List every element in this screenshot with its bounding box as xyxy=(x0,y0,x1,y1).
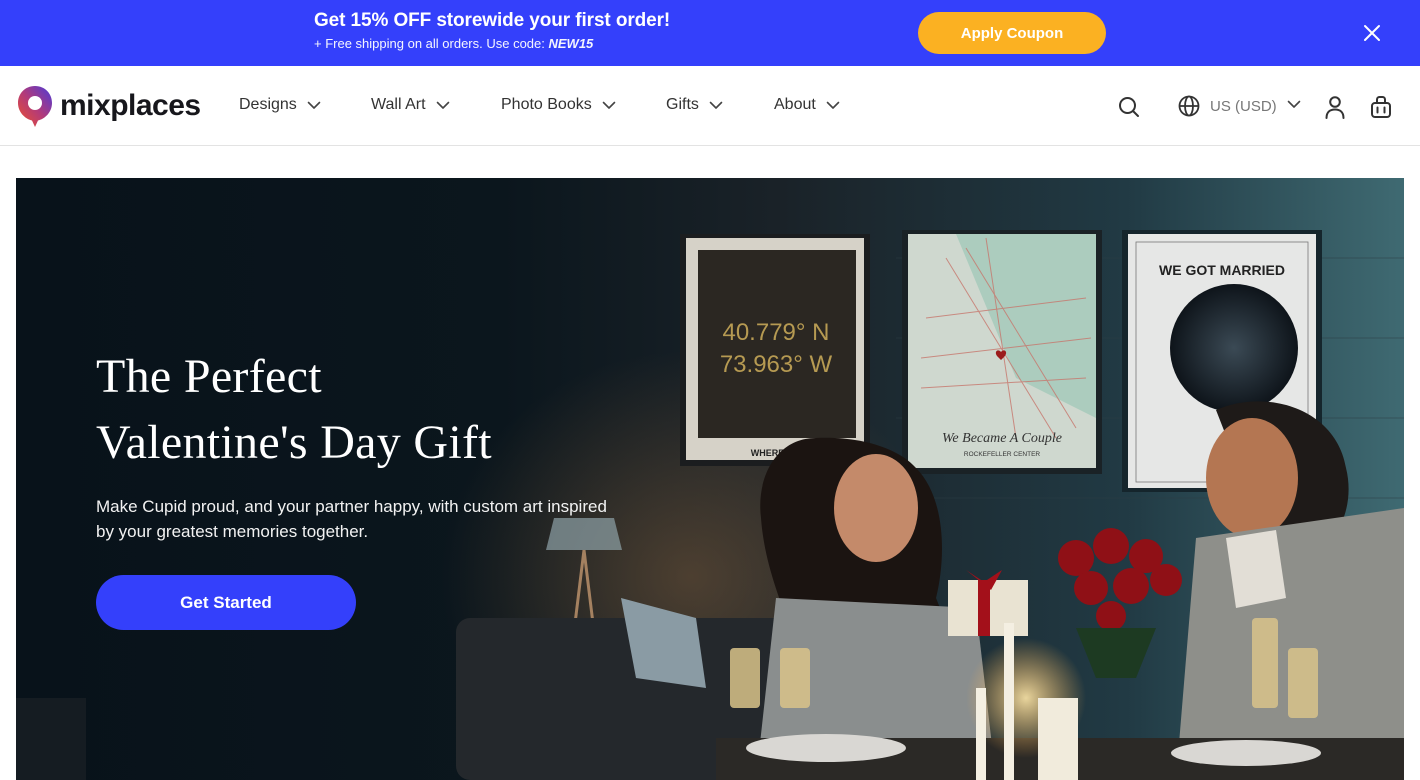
nav-about[interactable]: About xyxy=(774,96,840,114)
logo[interactable]: mixplaces xyxy=(16,84,201,128)
chevron-down-icon xyxy=(307,101,321,109)
poster-coords-w: 73.963° W xyxy=(720,351,833,378)
nav-photo-books[interactable]: Photo Books xyxy=(501,96,616,114)
hero-title-line-2: Valentine's Day Gift xyxy=(96,416,492,469)
search-button[interactable] xyxy=(1117,95,1141,124)
apply-coupon-button[interactable]: Apply Coupon xyxy=(918,12,1106,54)
currency-selector[interactable]: US (USD) xyxy=(1178,95,1301,117)
hero-title-line-1: The Perfect xyxy=(96,350,322,403)
poster-caption: ROCKEFELLER CENTER xyxy=(964,451,1041,458)
promo-title: Get 15% OFF storewide your first order! xyxy=(314,10,671,31)
nav-gifts[interactable]: Gifts xyxy=(666,96,723,114)
currency-label: US (USD) xyxy=(1210,97,1277,115)
bag-icon xyxy=(1371,96,1391,118)
nav-designs[interactable]: Designs xyxy=(239,96,321,114)
search-icon xyxy=(1119,97,1139,117)
chevron-down-icon xyxy=(602,101,616,109)
nav-wall-art[interactable]: Wall Art xyxy=(371,96,450,114)
user-icon xyxy=(1325,96,1345,119)
hero-image: 40.779° N 73.963° W WHERE WE We Became A… xyxy=(16,178,1404,780)
cart-button[interactable] xyxy=(1370,95,1392,124)
site-header: mixplaces Designs Wall Art Photo Books G… xyxy=(0,66,1420,146)
poster-caption: WE GOT MARRIED xyxy=(1159,262,1285,278)
nav-label: Wall Art xyxy=(371,96,426,113)
hero-banner: 40.779° N 73.963° W WHERE WE We Became A… xyxy=(16,178,1404,780)
chevron-down-icon xyxy=(826,101,840,109)
brand-name: mixplaces xyxy=(60,89,201,122)
poster-coords-n: 40.779° N xyxy=(722,319,829,346)
globe-icon xyxy=(1178,95,1200,117)
nav-label: Designs xyxy=(239,96,297,113)
promo-subtitle: + Free shipping on all orders. Use code:… xyxy=(314,35,670,53)
promo-text: Get 15% OFF storewide your first order! … xyxy=(314,9,670,53)
get-started-button[interactable]: Get Started xyxy=(96,575,356,630)
hero-description: Make Cupid proud, and your partner happy… xyxy=(96,497,607,541)
chevron-down-icon xyxy=(709,101,723,109)
nav-label: About xyxy=(774,96,816,113)
nav-label: Photo Books xyxy=(501,96,592,113)
promo-code: NEW15 xyxy=(548,36,594,51)
hero-title: The Perfect Valentine's Day Gift xyxy=(96,344,696,476)
promo-banner: Get 15% OFF storewide your first order! … xyxy=(0,0,1420,66)
account-button[interactable] xyxy=(1324,95,1346,124)
close-banner-button[interactable] xyxy=(1360,21,1384,45)
close-icon xyxy=(1364,25,1380,41)
poster-script: We Became A Couple xyxy=(942,431,1062,446)
chevron-down-icon xyxy=(1287,100,1300,108)
nav-label: Gifts xyxy=(666,96,699,113)
chevron-down-icon xyxy=(436,101,449,109)
logo-pin-icon xyxy=(18,86,52,127)
promo-subtitle-text: + Free shipping on all orders. Use code: xyxy=(314,36,549,51)
